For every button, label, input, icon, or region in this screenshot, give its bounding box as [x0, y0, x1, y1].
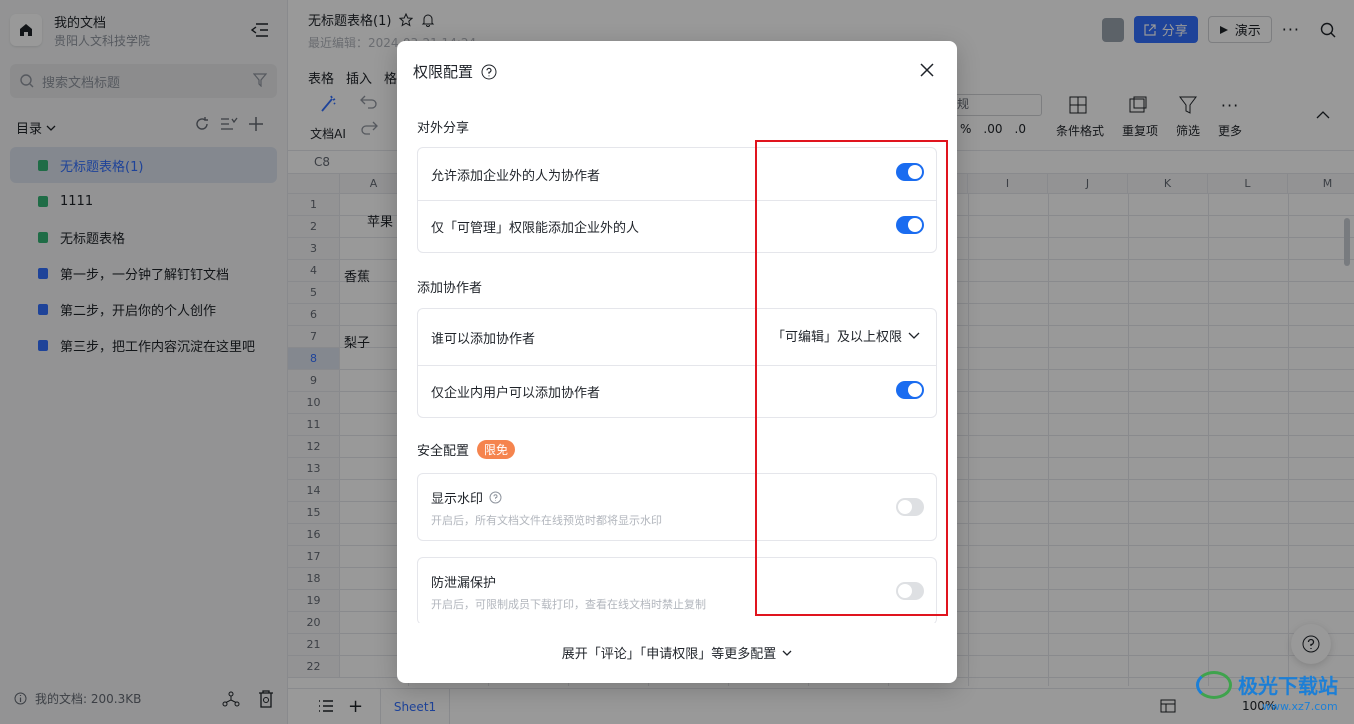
- section-collab-title: 添加协作者: [417, 277, 482, 296]
- section-collab-label: 添加协作者: [417, 281, 483, 296]
- expand-more-label: 展开「评论」「申请权限」等更多配置: [561, 647, 777, 662]
- dialog-title: 权限配置: [413, 63, 474, 81]
- section-external-label: 对外分享: [417, 121, 470, 136]
- help-icon[interactable]: [481, 64, 497, 80]
- expand-more-settings[interactable]: 展开「评论」「申请权限」等更多配置: [397, 643, 957, 662]
- watermark-title: 显示水印: [431, 488, 502, 507]
- section-external-title: 对外分享: [417, 117, 469, 136]
- chevron-down-icon: [782, 650, 792, 656]
- leak-protection-desc: 开启后，可限制成员下载打印，查看在线文档时禁止复制: [431, 598, 706, 611]
- close-icon[interactable]: [918, 61, 936, 79]
- brand-watermark: 极光下载站: [1196, 670, 1338, 699]
- manager-only-external-label: 仅「可管理」权限能添加企业外的人: [431, 221, 640, 236]
- who-can-add-label: 谁可以添加协作者: [431, 331, 536, 347]
- leak-protection-label: 防泄漏保护: [431, 576, 497, 591]
- brand-name: 极光下载站: [1238, 674, 1338, 698]
- leak-protection-title: 防泄漏保护: [431, 572, 496, 591]
- section-security-title: 安全配置 限免: [417, 440, 516, 459]
- brand-logo-icon: [1196, 670, 1232, 699]
- highlight-annotation: [755, 140, 948, 616]
- help-icon[interactable]: [489, 491, 502, 504]
- allow-external-label: 允许添加企业外的人为协作者: [431, 168, 601, 184]
- free-badge: 限免: [477, 440, 516, 459]
- brand-url: www.xz7.com: [1262, 700, 1338, 713]
- dialog-title-bar: 权限配置: [413, 61, 497, 82]
- watermark-desc: 开启后，所有文档文件在线预览时都将显示水印: [431, 514, 662, 527]
- watermark-label: 显示水印: [431, 492, 484, 507]
- section-security-label: 安全配置: [417, 444, 470, 459]
- internal-only-label: 仅企业内用户可以添加协作者: [431, 386, 601, 401]
